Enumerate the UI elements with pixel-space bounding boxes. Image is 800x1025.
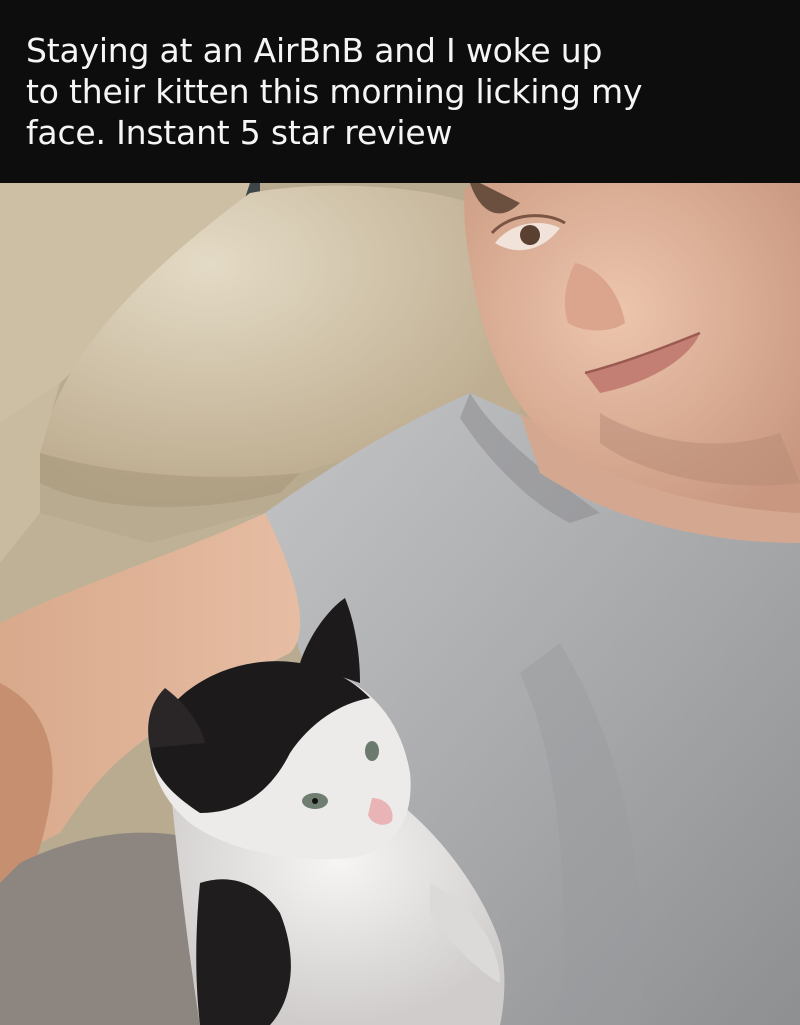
- kitten-pupil: [312, 798, 318, 804]
- caption-bar: Staying at an AirBnB and I woke up to th…: [0, 0, 800, 183]
- selfie-with-kitten-photo: [0, 183, 800, 1025]
- kitten-eye-right: [365, 741, 379, 761]
- caption-text: Staying at an AirBnB and I woke up to th…: [26, 31, 643, 152]
- eye-iris: [520, 225, 540, 245]
- photo-illustration: [0, 183, 800, 1025]
